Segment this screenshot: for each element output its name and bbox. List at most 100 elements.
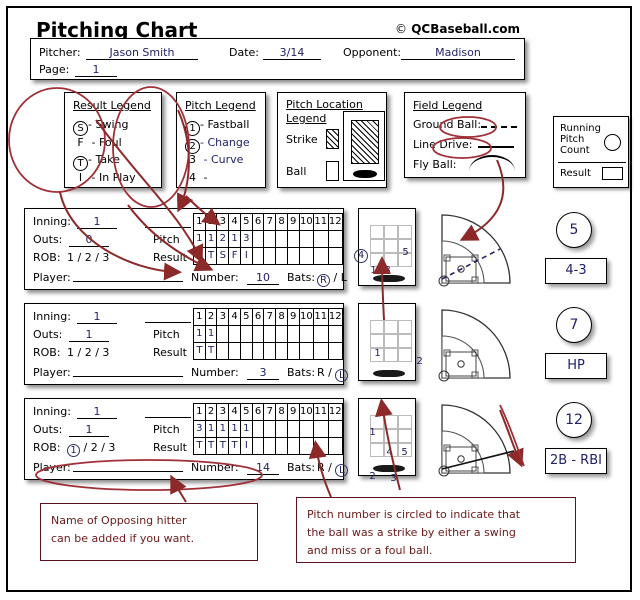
- player-input[interactable]: [73, 281, 183, 282]
- bats-options: R / L: [317, 271, 347, 287]
- result-code-i: I: [78, 171, 83, 184]
- result-legend-title: Result Legend: [73, 99, 151, 112]
- copyright-symbol: ©: [395, 22, 407, 36]
- pitch-result-grid[interactable]: 1 2 3 4 5 6 7 8 9 10 11 12 3 1 1 1 1 T T T T I: [193, 403, 344, 455]
- result-cell: T: [216, 437, 230, 455]
- result-row-label: Result: [153, 251, 187, 264]
- result-cell: [251, 247, 265, 265]
- pitch-location-card[interactable]: 145 2 3: [358, 398, 416, 484]
- pitch-cell: [286, 420, 300, 438]
- ground-ball-line-icon: [481, 126, 517, 128]
- grid-header-cell: 9: [286, 403, 300, 421]
- pitch-cell: [313, 230, 329, 248]
- result-legend-item-swing: S- Swing: [73, 118, 128, 136]
- zone-cell: [398, 334, 412, 348]
- pitch-cell: [298, 420, 315, 438]
- field-legend-title: Field Legend: [413, 99, 483, 112]
- player-input[interactable]: [73, 471, 183, 472]
- rob-options: 1 / 2 / 3: [67, 346, 110, 359]
- zone-mark: 1: [370, 265, 377, 276]
- field-diagram[interactable]: [428, 395, 528, 477]
- number-value[interactable]: 10: [247, 271, 279, 285]
- result-cell: T: [204, 342, 218, 360]
- outs-value[interactable]: 1: [69, 423, 109, 437]
- grid-header-cell: 5: [239, 308, 253, 326]
- grid-header-cell: 10: [298, 213, 315, 231]
- pitch-text-curve[interactable]: - Curve: [204, 153, 244, 166]
- ball-label: Ball: [286, 165, 307, 178]
- result-cell: [313, 437, 329, 455]
- player-label: Player:: [33, 271, 71, 284]
- field-svg: [438, 214, 511, 287]
- pitch-result-grid[interactable]: 1 2 3 4 5 6 7 8 9 10 11 12 1 1 T T: [193, 308, 344, 360]
- result-cell: [313, 247, 329, 265]
- page-field[interactable]: 1: [75, 63, 117, 77]
- running-count-circle-icon: [604, 134, 621, 151]
- at-bat-result-value[interactable]: 4-3: [545, 258, 607, 284]
- running-label-line3: Count: [560, 145, 590, 156]
- pitch-text-4[interactable]: -: [204, 171, 208, 184]
- number-value[interactable]: 3: [247, 366, 279, 380]
- home-plate-icon: [373, 275, 405, 282]
- inning-value[interactable]: 1: [77, 405, 117, 419]
- result-code-t: T: [73, 156, 88, 171]
- field-svg: [438, 404, 515, 477]
- inning-value[interactable]: 1: [77, 215, 117, 229]
- header-info-box: Pitcher: Jason Smith Date: 3/14 Opponent…: [30, 38, 525, 80]
- zone-cell: [384, 415, 398, 429]
- number-value[interactable]: 14: [247, 461, 279, 475]
- result-text-take: - Take: [88, 153, 120, 166]
- field-legend-box: Field Legend Ground Ball: Line Drive: Fl…: [404, 92, 526, 178]
- pitch-cell: 1: [193, 230, 206, 248]
- pitch-cell: [239, 325, 253, 343]
- bats-label: Bats:: [287, 366, 316, 379]
- result-legend-item-inplay: I - In Play: [73, 171, 136, 184]
- pitch-text-change[interactable]: - Change: [200, 136, 250, 149]
- running-pitch-count-value[interactable]: 7: [556, 307, 592, 343]
- result-cell: [286, 247, 300, 265]
- outs-label: Outs:: [33, 233, 63, 246]
- zone-cell: [398, 348, 412, 362]
- running-pitch-count-value[interactable]: 5: [556, 212, 592, 248]
- strike-zone-card: [343, 111, 385, 181]
- pitcher-field[interactable]: Jason Smith: [86, 46, 198, 60]
- pitch-cell: [327, 420, 344, 438]
- location-legend-title-1: Pitch Location: [286, 98, 363, 111]
- at-bat-result-value[interactable]: 2B - RBI: [545, 448, 607, 474]
- pitch-location-card[interactable]: 4513: [354, 208, 416, 286]
- ground-ball-label: Ground Ball:: [413, 118, 482, 131]
- field-diagram[interactable]: [428, 300, 528, 382]
- grid-header-cell: 8: [275, 308, 288, 326]
- field-diagram[interactable]: [428, 205, 528, 287]
- zone-mark: 5: [402, 247, 409, 258]
- result-row-label: Result: [153, 346, 187, 359]
- zone-cell: [384, 225, 398, 239]
- running-pitch-count-value[interactable]: 12: [556, 402, 592, 438]
- result-cell: [251, 437, 265, 455]
- zone-mark: 5: [401, 447, 408, 458]
- zone-cell: [370, 225, 384, 239]
- bats-circled-l: L: [335, 464, 349, 477]
- result-cell: [298, 247, 315, 265]
- result-cell: T: [204, 437, 218, 455]
- outs-value[interactable]: 1: [69, 328, 109, 342]
- ball-swatch-icon: [326, 161, 339, 181]
- opponent-field[interactable]: Madison: [401, 46, 515, 60]
- zone-cell: [398, 320, 412, 334]
- grid-header-cell: 6: [251, 403, 265, 421]
- inning-value[interactable]: 1: [77, 310, 117, 324]
- at-bat-result-value[interactable]: HP: [545, 353, 607, 379]
- pitch-cell: [251, 230, 265, 248]
- pitch-cell: 1: [239, 420, 253, 438]
- zone-mark: 3: [390, 473, 397, 484]
- date-field[interactable]: 3/14: [263, 46, 321, 60]
- player-input[interactable]: [73, 376, 183, 377]
- rob-options: 1 / 2 / 3: [67, 251, 110, 264]
- pitch-location-card[interactable]: 12: [358, 303, 423, 381]
- pitch-cell: 1: [204, 420, 218, 438]
- pitch-result-grid[interactable]: 1 2 3 4 5 6 7 8 9 10 11 12 1 1 2 1 3 T T S F I: [193, 213, 344, 265]
- note2-line2: the ball was a strike by either a swing: [307, 526, 516, 539]
- outs-value[interactable]: 0: [69, 233, 109, 247]
- pitch-cell: [263, 420, 277, 438]
- date-label: Date:: [229, 46, 259, 59]
